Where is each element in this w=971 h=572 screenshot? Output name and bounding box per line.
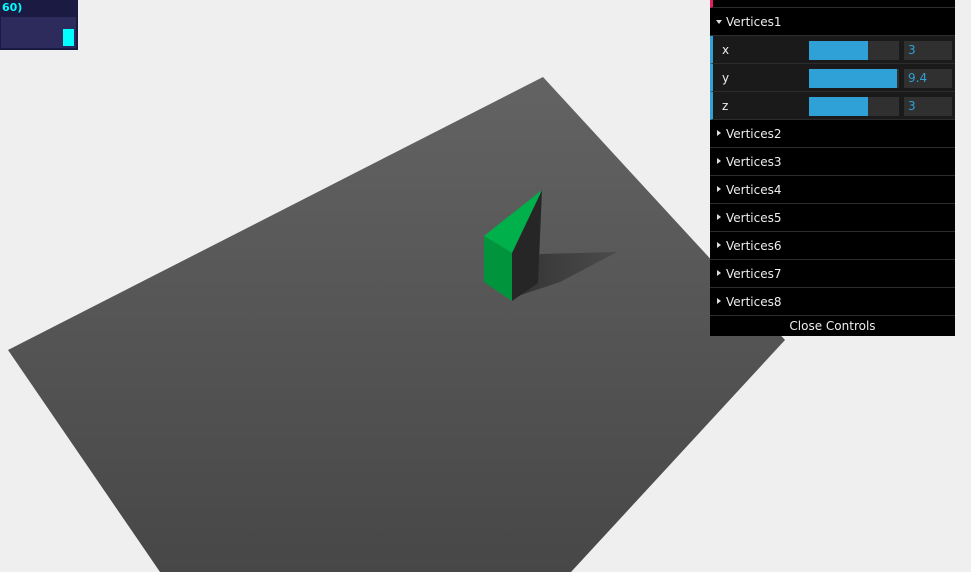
folder-label: Vertices4 — [726, 183, 782, 197]
chevron-down-icon — [716, 20, 722, 24]
chevron-right-icon — [717, 298, 721, 304]
folder-label: Vertices5 — [726, 211, 782, 225]
control-x-label: x — [722, 43, 730, 57]
folder-label: Vertices8 — [726, 295, 782, 309]
folder-vertices4[interactable]: Vertices4 — [710, 176, 955, 204]
fps-graph-bar — [63, 29, 74, 46]
folder-label: Vertices6 — [726, 239, 782, 253]
y-value-input[interactable]: 9.4 — [904, 69, 952, 88]
clone-label: clone — [721, 0, 753, 1]
x-value-input[interactable]: 3 — [904, 41, 952, 60]
control-y: y 9.4 — [710, 64, 955, 92]
stats-widget[interactable]: 60) — [0, 0, 78, 50]
control-y-label: y — [722, 71, 730, 85]
chevron-right-icon — [717, 242, 721, 248]
fps-readout: 60) — [2, 1, 23, 14]
control-z: z 3 — [710, 92, 955, 120]
folder-vertices6[interactable]: Vertices6 — [710, 232, 955, 260]
folder-vertices7[interactable]: Vertices7 — [710, 260, 955, 288]
folder-label: Vertices2 — [726, 127, 782, 141]
chevron-right-icon — [717, 158, 721, 164]
chevron-right-icon — [717, 214, 721, 220]
close-controls-button[interactable]: Close Controls — [710, 316, 955, 336]
folder-label: Vertices7 — [726, 267, 782, 281]
ground-plane — [8, 77, 785, 572]
folder-vertices3[interactable]: Vertices3 — [710, 148, 955, 176]
clone-button[interactable]: clone — [710, 0, 955, 8]
chevron-right-icon — [717, 186, 721, 192]
folder-vertices1[interactable]: Vertices1 — [710, 8, 955, 36]
folder-vertices2[interactable]: Vertices2 — [710, 120, 955, 148]
z-value-input[interactable]: 3 — [904, 97, 952, 116]
y-slider[interactable] — [809, 69, 899, 88]
control-x: x 3 — [710, 36, 955, 64]
folder-vertices5[interactable]: Vertices5 — [710, 204, 955, 232]
z-slider[interactable] — [809, 97, 899, 116]
chevron-right-icon — [717, 270, 721, 276]
control-z-label: z — [722, 99, 729, 113]
controls-panel: clone Vertices1 x 3 y 9.4 z 3 Vertices2 … — [710, 0, 955, 336]
folder-label: Vertices3 — [726, 155, 782, 169]
x-slider[interactable] — [809, 41, 899, 60]
chevron-right-icon — [717, 130, 721, 136]
folder-label: Vertices1 — [726, 15, 782, 29]
folder-vertices8[interactable]: Vertices8 — [710, 288, 955, 316]
